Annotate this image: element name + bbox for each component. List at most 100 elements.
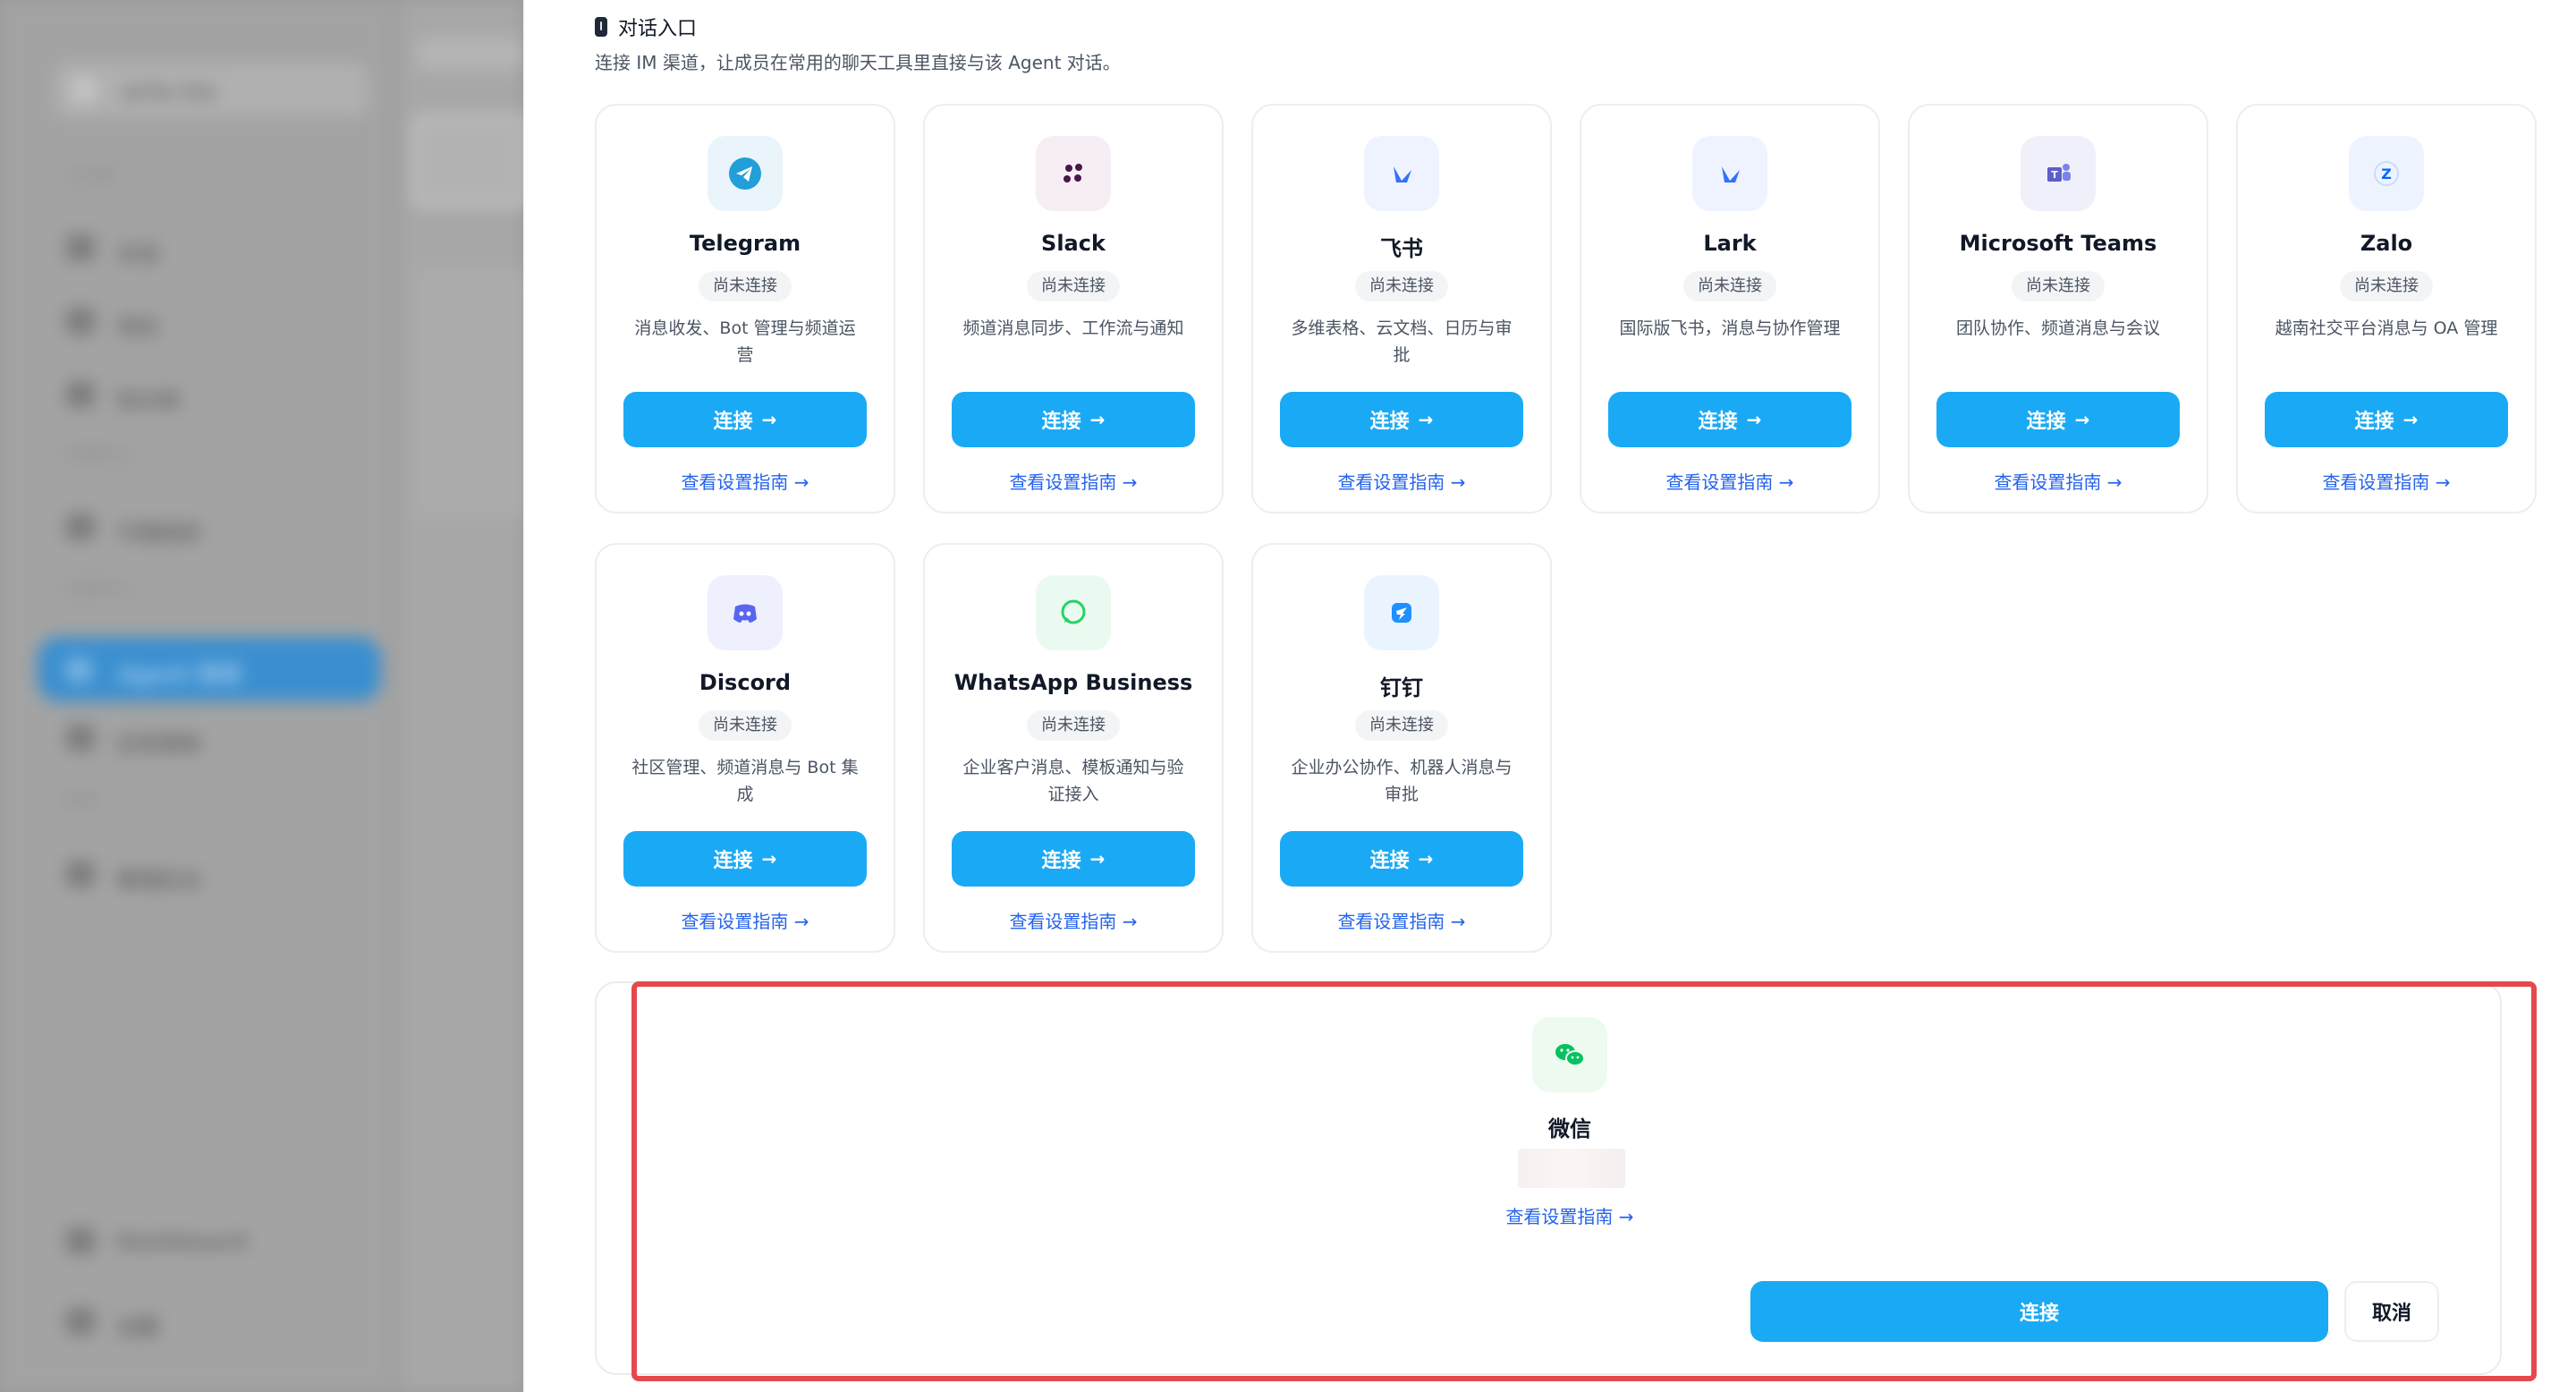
channel-description: 频道消息同步、工作流与通知 bbox=[962, 318, 1184, 338]
connect-button-dingtalk[interactable]: 连接 → bbox=[1280, 831, 1523, 887]
sidebar-item: Dashboard bbox=[55, 1215, 360, 1265]
sidebar-item: 管理后台 bbox=[55, 848, 360, 898]
section-header: 对话入口 bbox=[595, 13, 697, 41]
arrow-right-icon: → bbox=[793, 471, 809, 493]
sidebar-caption: 资源中心 bbox=[64, 444, 136, 465]
setup-guide-link-wechat[interactable]: 查看设置指南 → bbox=[1436, 1202, 1704, 1228]
setup-guide-link-microsoft-teams[interactable]: 查看设置指南 → bbox=[1910, 468, 2207, 494]
connect-button-zalo[interactable]: 连接 → bbox=[2265, 392, 2508, 447]
sidebar-item: 代理组织 bbox=[55, 501, 360, 551]
status-badge: 尚未连接 bbox=[1027, 271, 1120, 301]
cancel-button-wechat[interactable]: 取消 bbox=[2344, 1281, 2439, 1342]
chat-icon bbox=[66, 234, 95, 261]
book-icon bbox=[66, 381, 95, 408]
channel-card-slack: Slack 尚未连接 频道消息同步、工作流与通知 连接 → 查看设置指南 → bbox=[923, 104, 1224, 514]
feishu-icon bbox=[1364, 136, 1439, 211]
connect-button-slack[interactable]: 连接 → bbox=[952, 392, 1195, 447]
connect-button-whatsapp-business[interactable]: 连接 → bbox=[952, 831, 1195, 887]
setup-guide-link-lark[interactable]: 查看设置指南 → bbox=[1581, 468, 1878, 494]
arrow-right-icon: → bbox=[1450, 471, 1466, 493]
qr-code-placeholder bbox=[1518, 1149, 1625, 1188]
whatsapp-icon bbox=[1036, 575, 1111, 650]
status-badge: 尚未连接 bbox=[699, 271, 792, 301]
agent-icon bbox=[64, 657, 93, 683]
slack-icon bbox=[1036, 136, 1111, 211]
channel-name: WhatsApp Business bbox=[953, 670, 1193, 695]
sidebar-item: 设置 bbox=[55, 1295, 360, 1345]
channel-card-discord: Discord 尚未连接 社区管理、频道消息与 Bot 集成 连接 → 查看设置指… bbox=[595, 543, 895, 953]
channel-description: 社区管理、频道消息与 Bot 集成 bbox=[631, 758, 859, 804]
arrow-right-icon: → bbox=[1450, 911, 1466, 932]
workspace-avatar bbox=[70, 75, 98, 104]
status-badge: 尚未连接 bbox=[1683, 271, 1776, 301]
mobile-phone-icon bbox=[595, 17, 607, 37]
connect-button-microsoft-teams[interactable]: 连接 → bbox=[1936, 392, 2180, 447]
setup-guide-link-discord[interactable]: 查看设置指南 → bbox=[597, 907, 894, 933]
section-title: 对话入口 bbox=[618, 18, 698, 40]
channel-description: 国际版飞书，消息与协作管理 bbox=[1619, 318, 1841, 338]
channel-card-telegram: Telegram 尚未连接 消息收发、Bot 管理与频道运营 连接 → 查看设置指… bbox=[595, 104, 895, 514]
arrow-right-icon: → bbox=[1089, 848, 1106, 870]
lark-icon bbox=[1692, 136, 1767, 211]
gear-icon bbox=[66, 1308, 95, 1335]
status-badge: 尚未连接 bbox=[1355, 710, 1448, 741]
arrow-right-icon: → bbox=[761, 409, 777, 430]
channel-description: 多维表格、云文档、日历与审批 bbox=[1291, 318, 1513, 365]
workspace-switcher: arts-ha bbox=[55, 63, 369, 116]
connect-button-telegram[interactable]: 连接 → bbox=[623, 392, 867, 447]
arrow-right-icon: → bbox=[793, 911, 809, 932]
arrow-right-icon: → bbox=[1122, 471, 1138, 493]
setup-guide-link-dingtalk[interactable]: 查看设置指南 → bbox=[1253, 907, 1550, 933]
dingtalk-icon bbox=[1364, 575, 1439, 650]
setup-guide-link-feishu[interactable]: 查看设置指南 → bbox=[1253, 468, 1550, 494]
channel-card-dingtalk: 钉钉 尚未连接 企业办公协作、机器人消息与审批 连接 → 查看设置指南 → bbox=[1251, 543, 1552, 953]
status-badge: 尚未连接 bbox=[1027, 710, 1120, 741]
org-icon bbox=[66, 514, 95, 540]
arrow-right-icon: → bbox=[1618, 1206, 1634, 1227]
sidebar-item: 项目 bbox=[55, 295, 360, 345]
setup-guide-link-telegram[interactable]: 查看设置指南 → bbox=[597, 468, 894, 494]
sidebar-caption: 资源中心 bbox=[64, 578, 136, 599]
channel-description: 企业客户消息、模板通知与验证接入 bbox=[962, 758, 1184, 804]
arrow-right-icon: → bbox=[1089, 409, 1106, 430]
chart-icon bbox=[66, 861, 95, 887]
arrow-right-icon: → bbox=[1778, 471, 1794, 493]
connect-button-discord[interactable]: 连接 → bbox=[623, 831, 867, 887]
channel-name: 钉钉 bbox=[1380, 675, 1423, 700]
agent-channels-panel: 对话入口 连接 IM 渠道，让成员在常用的聊天工具里直接与该 Agent 对话。… bbox=[523, 0, 2576, 1392]
section-description: 连接 IM 渠道，让成员在常用的聊天工具里直接与该 Agent 对话。 bbox=[595, 52, 1121, 73]
channel-card-lark: Lark 尚未连接 国际版飞书，消息与协作管理 连接 → 查看设置指南 → bbox=[1580, 104, 1880, 514]
channel-name: Discord bbox=[699, 670, 792, 695]
channel-description: 消息收发、Bot 管理与频道运营 bbox=[634, 318, 856, 365]
arrow-right-icon: → bbox=[1418, 409, 1434, 430]
setup-guide-link-whatsapp-business[interactable]: 查看设置指南 → bbox=[925, 907, 1222, 933]
channel-description: 团队协作、频道消息与会议 bbox=[1955, 318, 2160, 338]
channel-card-feishu: 飞书 尚未连接 多维表格、云文档、日历与审批 连接 → 查看设置指南 → bbox=[1251, 104, 1552, 514]
channel-name: Telegram bbox=[689, 231, 801, 256]
channel-card-microsoft-teams: T Microsoft Teams 尚未连接 团队协作、频道消息与会议 连接 → … bbox=[1908, 104, 2208, 514]
sidebar-item: 对话 bbox=[55, 222, 360, 272]
sidebar-item: 应用更新 bbox=[55, 712, 360, 762]
arrow-right-icon: → bbox=[2435, 471, 2451, 493]
status-badge: 尚未连接 bbox=[2340, 271, 2433, 301]
telegram-icon bbox=[708, 136, 783, 211]
teams-icon: T bbox=[2021, 136, 2096, 211]
arrow-right-icon: → bbox=[2074, 409, 2090, 430]
setup-guide-link-zalo[interactable]: 查看设置指南 → bbox=[2238, 468, 2535, 494]
arrow-right-icon: → bbox=[1418, 848, 1434, 870]
channel-card-zalo: Z Zalo 尚未连接 越南社交平台消息与 OA 管理 连接 → 查看设置指南 → bbox=[2236, 104, 2537, 514]
channel-name: Microsoft Teams bbox=[1959, 231, 2157, 256]
status-badge: 尚未连接 bbox=[2012, 271, 2105, 301]
zalo-icon: Z bbox=[2349, 136, 2424, 211]
connect-button-lark[interactable]: 连接 → bbox=[1608, 392, 1852, 447]
channel-name: Lark bbox=[1703, 231, 1757, 256]
arrow-right-icon: → bbox=[2402, 409, 2419, 430]
connect-button-wechat[interactable]: 连接 bbox=[1750, 1281, 2328, 1342]
folder-icon bbox=[66, 308, 95, 335]
background-app: arts-ha 工作区 对话 项目 知识库 资源中心 代理组织 资源中心 Age… bbox=[0, 0, 523, 1392]
wechat-icon bbox=[1532, 1017, 1607, 1092]
connect-button-feishu[interactable]: 连接 → bbox=[1280, 392, 1523, 447]
update-icon bbox=[66, 725, 95, 751]
workspace-name: arts-ha bbox=[122, 79, 216, 106]
setup-guide-link-slack[interactable]: 查看设置指南 → bbox=[925, 468, 1222, 494]
